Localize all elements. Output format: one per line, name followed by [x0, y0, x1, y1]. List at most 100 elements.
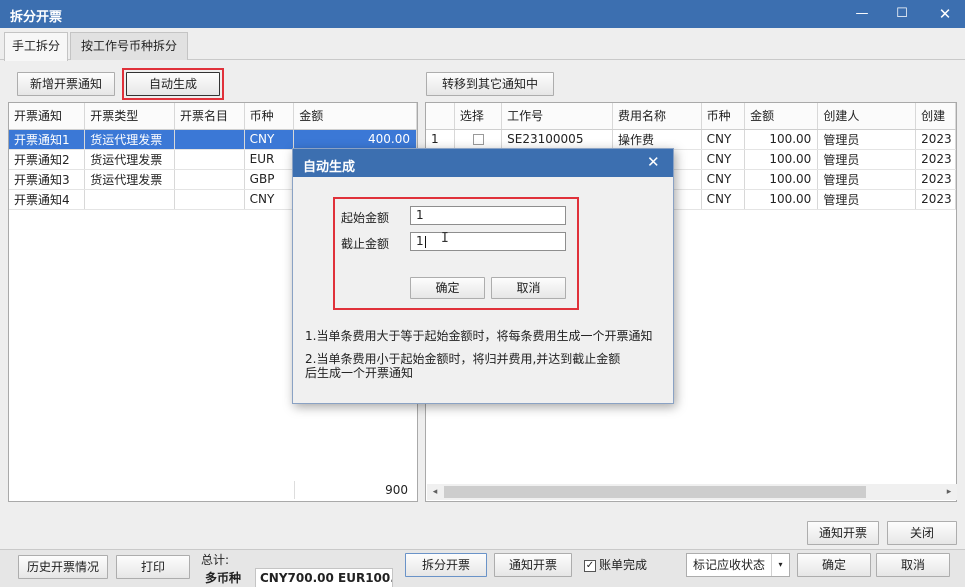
dialog-title: 自动生成	[303, 160, 356, 175]
created-cell[interactable]: 2023	[915, 189, 956, 210]
bill-done-checkbox[interactable]: ✓ 账单完成	[584, 556, 647, 573]
close-button[interactable]: 关闭	[887, 521, 957, 545]
creator-cell[interactable]: 管理员	[817, 169, 917, 190]
item-cell[interactable]	[174, 189, 245, 210]
column-header[interactable]: 开票通知	[9, 103, 86, 130]
table-row[interactable]: 开票通知1 货运代理发票 CNY 400.00	[9, 129, 417, 150]
amount-cell[interactable]: 400.00	[293, 129, 417, 150]
scroll-right-icon[interactable]: ▸	[941, 484, 957, 500]
tab-split-by-job-currency[interactable]: 按工作号币种拆分	[70, 32, 188, 60]
column-header[interactable]: 开票名目	[174, 103, 245, 130]
currency-cell[interactable]: CNY	[701, 149, 746, 170]
auto-generate-button[interactable]: 自动生成	[126, 72, 220, 96]
checkbox-check-icon[interactable]: ✓	[584, 559, 596, 572]
dialog-ok-button[interactable]: 确定	[410, 277, 485, 299]
invoice-history-button[interactable]: 历史开票情况	[18, 555, 108, 579]
auto-generate-dialog: 自动生成 ✕ 起始金额 1 截止金额 1 I 确定 取消 1.当单条费用大于等于…	[292, 148, 674, 404]
table-row[interactable]: 1 SE23100005 操作费 CNY 100.00 管理员 2023	[426, 129, 956, 150]
notify-invoice-button[interactable]: 通知开票	[494, 553, 572, 577]
column-header[interactable]: 开票类型	[84, 103, 175, 130]
creator-cell[interactable]: 管理员	[817, 149, 917, 170]
dialog-cancel-button[interactable]: 取消	[491, 277, 566, 299]
cancel-button[interactable]: 取消	[876, 553, 950, 577]
minimize-icon[interactable]: —	[852, 4, 872, 24]
fee-name-cell[interactable]: 操作费	[612, 129, 702, 150]
currency-cell[interactable]: CNY	[244, 129, 295, 150]
type-cell[interactable]	[84, 189, 175, 210]
creator-cell[interactable]: 管理员	[817, 129, 917, 150]
end-amount-label: 截止金额	[341, 237, 390, 251]
dialog-titlebar: 自动生成 ✕	[293, 149, 673, 177]
row-index: 1	[426, 129, 455, 150]
amount-cell[interactable]: 100.00	[744, 129, 819, 150]
multi-currency-label: 多币种	[205, 571, 242, 585]
column-header[interactable]: 币种	[701, 103, 746, 130]
print-button[interactable]: 打印	[116, 555, 190, 579]
item-cell[interactable]	[174, 169, 245, 190]
dialog-note-1: 1.当单条费用大于等于起始金额时，将每条费用生成一个开票通知	[305, 329, 653, 343]
scroll-left-icon[interactable]: ◂	[427, 484, 443, 500]
currency-cell[interactable]: GBP	[244, 169, 295, 190]
transfer-to-other-notice-button[interactable]: 转移到其它通知中	[426, 72, 554, 96]
horizontal-scrollbar[interactable]: ◂ ▸	[427, 484, 957, 500]
currency-cell[interactable]: EUR	[244, 149, 295, 170]
created-cell[interactable]: 2023	[915, 149, 956, 170]
select-value: 标记应收状态	[693, 558, 766, 572]
type-cell[interactable]: 货运代理发票	[84, 149, 175, 170]
item-cell[interactable]	[174, 129, 245, 150]
tab-manual-split[interactable]: 手工拆分	[4, 32, 68, 61]
column-header[interactable]: 币种	[244, 103, 295, 130]
notice-cell[interactable]: 开票通知4	[9, 189, 86, 210]
currency-cell[interactable]: CNY	[244, 189, 295, 210]
text-cursor-icon: I	[441, 231, 449, 246]
column-header[interactable]: 选择	[454, 103, 503, 130]
currency-cell[interactable]: CNY	[701, 129, 746, 150]
dialog-note-3: 后生成一个开票通知	[305, 366, 414, 380]
column-header[interactable]: 费用名称	[612, 103, 702, 130]
column-header	[426, 103, 455, 130]
bill-done-label: 账单完成	[599, 558, 648, 572]
tab-strip: 手工拆分 按工作号币种拆分	[0, 28, 965, 61]
total-label: 总计:	[201, 553, 230, 567]
confirm-button[interactable]: 确定	[797, 553, 871, 577]
notice-cell[interactable]: 开票通知1	[9, 129, 86, 150]
receivable-status-select[interactable]: 标记应收状态 ▾	[686, 553, 790, 577]
split-invoice-button[interactable]: 拆分开票	[405, 553, 487, 577]
scrollbar-thumb[interactable]	[444, 486, 866, 498]
amount-cell[interactable]: 100.00	[744, 169, 819, 190]
currency-cell[interactable]: CNY	[701, 169, 746, 190]
type-cell[interactable]: 货运代理发票	[84, 129, 175, 150]
table-header-row: 选择 工作号 费用名称 币种 金额 创建人 创建	[426, 103, 956, 130]
dialog-close-icon[interactable]: ✕	[647, 153, 660, 171]
new-invoice-notice-button[interactable]: 新增开票通知	[17, 72, 115, 96]
column-header[interactable]: 工作号	[501, 103, 614, 130]
column-header[interactable]: 创建	[915, 103, 956, 130]
amount-cell[interactable]: 100.00	[744, 189, 819, 210]
amount-cell[interactable]: 100.00	[744, 149, 819, 170]
currency-cell[interactable]: CNY	[701, 189, 746, 210]
chevron-down-icon[interactable]: ▾	[771, 554, 789, 576]
maximize-icon[interactable]: ☐	[892, 4, 912, 24]
dialog-note-2: 2.当单条费用小于起始金额时，将归并费用,并达到截止金额	[305, 352, 621, 366]
column-header[interactable]: 金额	[293, 103, 417, 130]
notice-cell[interactable]: 开票通知3	[9, 169, 86, 190]
start-amount-label: 起始金额	[341, 211, 390, 225]
end-amount-input[interactable]: 1	[410, 232, 566, 251]
window-titlebar: 拆分开票 — ☐ ✕	[0, 0, 965, 28]
amount-total: 900	[294, 481, 414, 499]
select-checkbox[interactable]	[454, 129, 503, 150]
type-cell[interactable]: 货运代理发票	[84, 169, 175, 190]
created-cell[interactable]: 2023	[915, 129, 956, 150]
item-cell[interactable]	[174, 149, 245, 170]
column-header[interactable]: 金额	[744, 103, 819, 130]
window-title: 拆分开票	[10, 10, 63, 25]
notify-invoice-button-top[interactable]: 通知开票	[807, 521, 879, 545]
table-header-row: 开票通知 开票类型 开票名目 币种 金额	[9, 103, 417, 130]
job-number-cell[interactable]: SE23100005	[501, 129, 614, 150]
notice-cell[interactable]: 开票通知2	[9, 149, 86, 170]
start-amount-input[interactable]: 1	[410, 206, 566, 225]
created-cell[interactable]: 2023	[915, 169, 956, 190]
creator-cell[interactable]: 管理员	[817, 189, 917, 210]
column-header[interactable]: 创建人	[817, 103, 917, 130]
close-window-icon[interactable]: ✕	[935, 4, 955, 24]
